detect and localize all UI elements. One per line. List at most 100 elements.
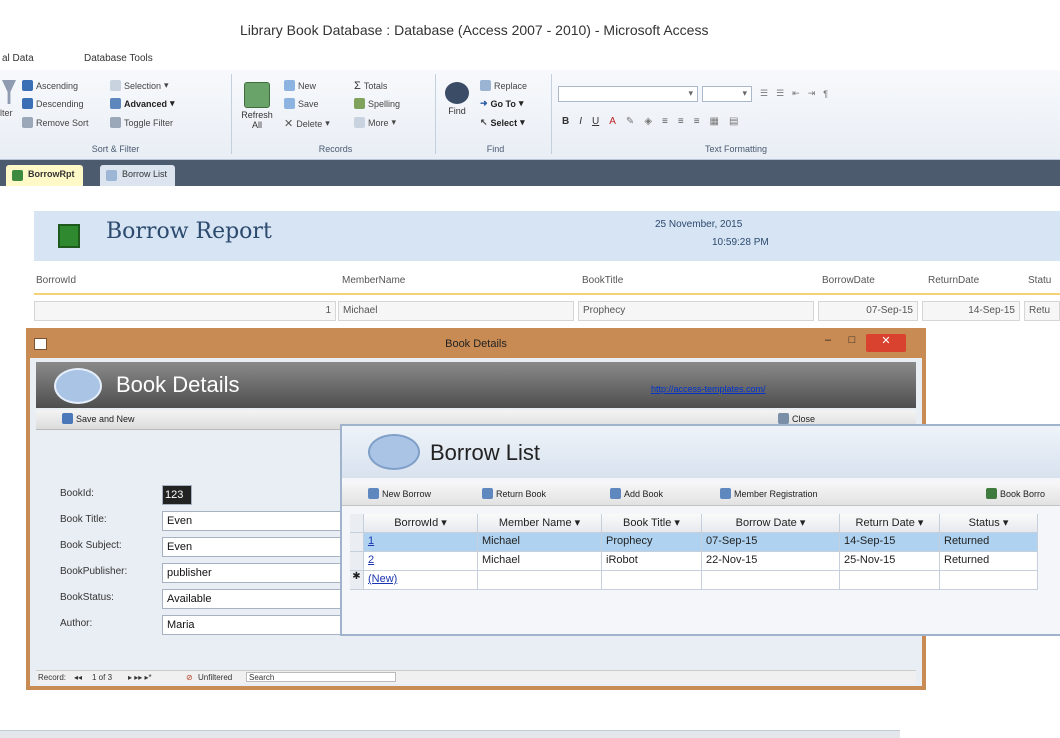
new-row-selector[interactable]: ✱: [350, 571, 364, 590]
advanced-button[interactable]: Advanced ▾: [110, 98, 175, 109]
font-name-combo[interactable]: ▾: [558, 86, 698, 102]
tab-external-data[interactable]: al Data: [2, 53, 34, 64]
next-record-icon[interactable]: ▸ ▸▸ ▸*: [128, 673, 152, 682]
col-header-member-name[interactable]: Member Name ▾: [478, 514, 602, 533]
gridlines-icon[interactable]: ▦: [710, 116, 719, 127]
book-details-titlebar[interactable]: Book Details – □ ✕: [30, 332, 922, 358]
table-cell-return-date[interactable]: 25-Nov-15: [840, 552, 940, 571]
record-position[interactable]: 1 of 3: [92, 673, 112, 682]
spelling-button[interactable]: Spelling: [354, 98, 400, 109]
row-selector[interactable]: [350, 552, 364, 571]
table-cell-status[interactable]: Returned: [940, 552, 1038, 571]
table-cell-empty[interactable]: [840, 571, 940, 590]
refresh-all-button[interactable]: Refresh All: [240, 82, 274, 130]
tab-database-tools[interactable]: Database Tools: [84, 53, 153, 64]
table-cell-title[interactable]: iRobot: [602, 552, 702, 571]
tab-borrow-list[interactable]: Borrow List: [100, 165, 176, 186]
totals-button[interactable]: Σ Totals: [354, 80, 387, 92]
minimize-button[interactable]: –: [818, 334, 838, 352]
delete-record-button[interactable]: ✕ Delete ▾: [284, 117, 330, 130]
alternate-row-color-icon[interactable]: ▤: [729, 116, 738, 127]
table-cell-borrow-date[interactable]: 07-Sep-15: [702, 533, 840, 552]
select-all-corner[interactable]: [350, 514, 364, 533]
horizontal-scrollbar[interactable]: [0, 730, 900, 738]
numbered-list-icon[interactable]: ☰: [776, 88, 784, 99]
toggle-filter-button[interactable]: Toggle Filter: [110, 117, 173, 128]
book-title-field[interactable]: Even: [162, 511, 342, 531]
book-subject-field[interactable]: Even: [162, 537, 342, 557]
table-cell-borrowid[interactable]: 2: [364, 552, 478, 571]
descending-button[interactable]: Descending: [22, 98, 84, 109]
table-cell-empty[interactable]: [478, 571, 602, 590]
tab-borrow-report[interactable]: BorrowRpt: [6, 165, 83, 186]
chevron-down-icon[interactable]: ▾: [800, 517, 806, 529]
filter-icon[interactable]: [2, 80, 16, 104]
table-cell-borrow-date[interactable]: 22-Nov-15: [702, 552, 840, 571]
table-cell-status[interactable]: Returned: [940, 533, 1038, 552]
italic-icon[interactable]: I: [579, 116, 582, 127]
save-and-new-button[interactable]: Save and New: [62, 413, 135, 424]
table-cell-empty[interactable]: [940, 571, 1038, 590]
replace-button[interactable]: Replace: [480, 80, 527, 91]
new-record-button[interactable]: New: [284, 80, 316, 91]
chevron-down-icon[interactable]: ▾: [441, 517, 447, 529]
outdent-icon[interactable]: ⇥: [808, 88, 816, 99]
indent-icon[interactable]: ⇤: [792, 88, 800, 99]
chevron-down-icon[interactable]: ▾: [1003, 517, 1009, 529]
chevron-down-icon[interactable]: ▾: [575, 517, 581, 529]
advanced-filter-icon: [110, 98, 121, 109]
close-form-button[interactable]: Close: [778, 413, 815, 424]
close-window-button[interactable]: ✕: [866, 334, 906, 352]
paragraph-direction-icon[interactable]: ¶: [823, 89, 828, 99]
col-header-borrowid[interactable]: BorrowId ▾: [364, 514, 478, 533]
fill-color-icon[interactable]: ◈: [644, 116, 652, 127]
font-size-combo[interactable]: ▾: [702, 86, 752, 102]
align-center-icon[interactable]: ≡: [678, 116, 684, 127]
new-borrow-button[interactable]: New Borrow: [368, 488, 431, 499]
maximize-button[interactable]: □: [842, 334, 862, 352]
col-header-borrow-date[interactable]: Borrow Date ▾: [702, 514, 840, 533]
field-label-status: BookStatus:: [60, 592, 114, 603]
book-status-field[interactable]: Available: [162, 589, 342, 609]
highlight-icon[interactable]: ✎: [626, 116, 634, 127]
member-registration-button[interactable]: Member Registration: [720, 488, 818, 499]
col-header-return-date[interactable]: Return Date ▾: [840, 514, 940, 533]
go-to-button[interactable]: ➜ Go To ▾: [480, 98, 523, 109]
font-color-icon[interactable]: A: [609, 116, 616, 127]
row-selector[interactable]: [350, 533, 364, 552]
select-button[interactable]: ↖ Select ▾: [480, 117, 525, 128]
save-record-button[interactable]: Save: [284, 98, 319, 109]
new-record-cell[interactable]: (New): [364, 571, 478, 590]
selection-button[interactable]: Selection ▾: [110, 80, 169, 91]
ascending-button[interactable]: Ascending: [22, 80, 78, 91]
books-icon: [368, 434, 420, 470]
align-left-icon[interactable]: ≡: [662, 116, 668, 127]
table-cell-member[interactable]: Michael: [478, 552, 602, 571]
more-button[interactable]: More ▾: [354, 117, 396, 128]
table-cell-empty[interactable]: [702, 571, 840, 590]
col-header-book-title[interactable]: Book Title ▾: [602, 514, 702, 533]
search-box[interactable]: Search: [246, 672, 396, 682]
find-button[interactable]: Find: [440, 82, 474, 116]
book-publisher-field[interactable]: publisher: [162, 563, 342, 583]
col-header-status[interactable]: Status ▾: [940, 514, 1038, 533]
bold-icon[interactable]: B: [562, 116, 569, 127]
chevron-down-icon[interactable]: ▾: [918, 517, 924, 529]
table-cell-borrowid[interactable]: 1: [364, 533, 478, 552]
underline-icon[interactable]: U: [592, 116, 599, 127]
chevron-down-icon[interactable]: ▾: [674, 517, 680, 529]
align-right-icon[interactable]: ≡: [694, 116, 700, 127]
table-cell-member[interactable]: Michael: [478, 533, 602, 552]
table-cell-title[interactable]: Prophecy: [602, 533, 702, 552]
table-cell-empty[interactable]: [602, 571, 702, 590]
bullet-list-icon[interactable]: ☰: [760, 88, 768, 99]
book-borrow-button[interactable]: Book Borro: [986, 488, 1045, 499]
remove-sort-button[interactable]: Remove Sort: [22, 117, 89, 128]
bookid-field[interactable]: 123: [162, 485, 192, 505]
first-record-icon[interactable]: ◂◂: [74, 673, 82, 682]
add-book-button[interactable]: Add Book: [610, 488, 663, 499]
table-cell-return-date[interactable]: 14-Sep-15: [840, 533, 940, 552]
return-book-button[interactable]: Return Book: [482, 488, 546, 499]
access-templates-link[interactable]: http://access-templates.com/: [651, 384, 766, 394]
unfiltered-indicator[interactable]: Unfiltered: [198, 673, 232, 682]
